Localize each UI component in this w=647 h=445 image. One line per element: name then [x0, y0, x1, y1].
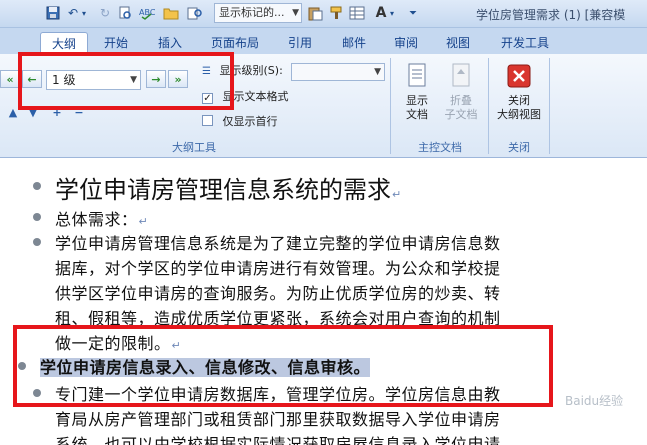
redo-icon[interactable]: ↻ [96, 4, 114, 22]
collapse-subdocuments-label-1: 折叠 [450, 94, 472, 107]
spelling-check-icon[interactable]: ABC [138, 4, 156, 22]
collapse-subdocuments-button[interactable]: 折叠 子文档 [438, 58, 484, 138]
body-paragraph-line: 据库，对个学区的学位申请房进行有效管理。为公众和学校提 [55, 259, 501, 278]
style-dropdown[interactable]: 显示标记的... ▼ [214, 3, 302, 23]
outline-tools-group-label: 大纲工具 [172, 141, 216, 154]
chevron-down-icon: ▼ [292, 8, 299, 18]
font-dropdown-icon[interactable]: ▾ [388, 4, 396, 22]
show-document-icon [405, 62, 429, 90]
body-paragraph-line: 学位申请房管理信息系统是为了建立完整的学位申请房信息数 [55, 234, 501, 253]
show-first-line-label: 仅显示首行 [222, 115, 278, 128]
highlight-box-selected-paragraph [13, 325, 553, 407]
customize-toolbar-icon[interactable]: ⏷ [404, 4, 422, 22]
show-first-line-checkbox[interactable] [202, 115, 213, 126]
watermark: Baidu经验 [565, 394, 624, 408]
group-separator [549, 58, 550, 154]
save-icon[interactable] [44, 4, 62, 22]
find-icon[interactable] [186, 4, 204, 22]
undo-dropdown-icon[interactable]: ▾ [80, 4, 88, 22]
outline-bullet[interactable] [33, 182, 41, 190]
heading-text: 学位申请房管理信息系统的需求 [55, 176, 391, 204]
body-paragraph-line: 系统，也可以由学校根据实际情况获取房屋信息录入学位申请 [55, 435, 501, 445]
close-group-label: 关闭 [508, 141, 530, 154]
body-paragraph-line: 育局从房产管理部门或租赁部门那里获取数据导入学位申请房 [55, 410, 501, 429]
outline-bullet[interactable] [33, 238, 41, 246]
show-document-label-2: 文档 [406, 108, 428, 121]
body-paragraph: 总体需求：↵ [55, 206, 148, 230]
master-document-group-label: 主控文档 [418, 141, 462, 154]
tab-mailings[interactable]: 邮件 [334, 32, 374, 54]
chevron-down-icon: ▼ [374, 67, 381, 77]
collapse-subdocuments-label-2: 子文档 [444, 108, 478, 121]
show-level-select[interactable]: ▼ [291, 63, 385, 81]
show-first-line-row[interactable]: 仅显示首行 [202, 113, 278, 131]
highlight-box-level-controls [18, 52, 234, 110]
promote-to-heading-button[interactable]: « [0, 70, 20, 88]
table-icon[interactable] [348, 4, 366, 22]
tab-review[interactable]: 审阅 [386, 32, 426, 54]
format-painter-icon[interactable] [328, 4, 346, 22]
paragraph-mark: ↵ [392, 188, 402, 201]
close-icon [507, 62, 531, 90]
print-preview-icon[interactable] [116, 4, 134, 22]
show-document-label-1: 显示 [406, 94, 428, 107]
title-bar: ↶ ▾ ↻ ABC 显示标记的... ▼ A ▾ ⏷ 学位房管理需求 (1) [… [0, 0, 647, 28]
paste-icon[interactable] [306, 4, 324, 22]
open-folder-icon[interactable] [162, 4, 180, 22]
window-title: 学位房管理需求 (1) [兼容模 [476, 8, 626, 22]
tab-page-layout[interactable]: 页面布局 [204, 32, 266, 54]
body-paragraph-line: 供学区学位申请房的查询服务。为防止优质学位房的炒卖、转 [55, 284, 501, 303]
outline-bullet[interactable] [33, 213, 41, 221]
paragraph-text: 总体需求： [55, 210, 138, 229]
collapse-subdocuments-icon [449, 62, 473, 90]
show-document-button[interactable]: 显示 文档 [394, 58, 440, 138]
svg-text:ABC: ABC [139, 8, 155, 17]
group-separator [488, 58, 489, 154]
tab-insert[interactable]: 插入 [150, 32, 190, 54]
paragraph-mark: ↵ [138, 215, 149, 228]
close-outline-view-button[interactable]: 关闭 大纲视图 [492, 58, 546, 138]
ribbon-tabs: 大纲 开始 插入 页面布局 引用 邮件 审阅 视图 开发工具 [0, 28, 647, 54]
style-dropdown-value: 显示标记的... [219, 6, 285, 19]
tab-developer[interactable]: 开发工具 [494, 32, 556, 54]
close-outline-label-1: 关闭 [508, 94, 530, 107]
tab-outline[interactable]: 大纲 [40, 32, 88, 54]
tab-home[interactable]: 开始 [96, 32, 136, 54]
tab-view[interactable]: 视图 [438, 32, 478, 54]
group-separator [390, 58, 391, 154]
close-outline-label-2: 大纲视图 [497, 108, 541, 121]
heading-paragraph: 学位申请房管理信息系统的需求↵ [55, 170, 401, 205]
tab-references[interactable]: 引用 [280, 32, 320, 54]
